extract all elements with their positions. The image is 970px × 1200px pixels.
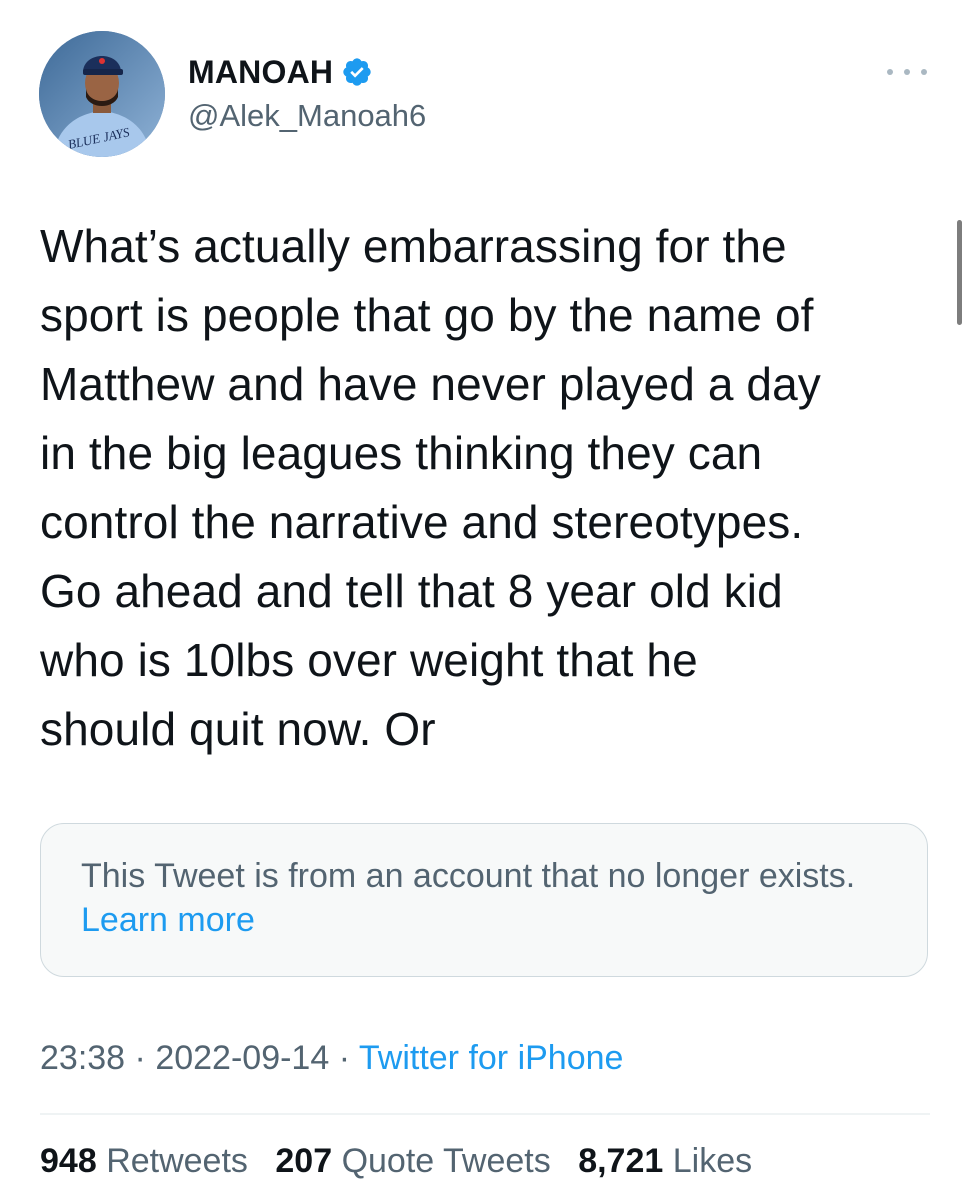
likes-stat[interactable]: 8,721 Likes [578, 1142, 752, 1180]
tweet-text-line: sport is people that go by the name of [40, 289, 814, 341]
divider [40, 1113, 930, 1115]
likes-count: 8,721 [578, 1142, 664, 1180]
tweet-text-line: Go ahead and tell that 8 year old kid [40, 565, 783, 617]
retweets-stat[interactable]: 948 Retweets [40, 1142, 248, 1180]
meta-separator: · [134, 1039, 146, 1077]
unavailable-quote-notice: This Tweet is from an account that no lo… [40, 823, 928, 977]
tweet-metadata: 23:38 · 2022-09-14 · Twitter for iPhone [40, 1039, 623, 1078]
author-name-row[interactable]: MANOAH [188, 52, 373, 92]
quote-tweets-label: Quote Tweets [341, 1142, 551, 1180]
avatar[interactable]: BLUE JAYS [39, 31, 165, 157]
scrollbar[interactable] [957, 220, 962, 325]
tweet-text-line: What’s actually embarrassing for the [40, 220, 787, 272]
retweets-label: Retweets [106, 1142, 248, 1180]
retweets-count: 948 [40, 1142, 97, 1180]
more-options-icon[interactable] [887, 60, 927, 84]
notice-text: This Tweet is from an account that no lo… [81, 857, 856, 895]
learn-more-link[interactable]: Learn more [81, 901, 255, 939]
verified-badge-icon [341, 56, 373, 88]
tweet-text: What’s actually embarrassing for the spo… [40, 212, 940, 764]
tweet-text-line: should quit now. Or [40, 703, 436, 755]
tweet-date[interactable]: 2022-09-14 [155, 1039, 329, 1077]
meta-separator: · [338, 1039, 351, 1077]
engagement-stats: 948 Retweets 207 Quote Tweets 8,721 Like… [40, 1142, 770, 1181]
display-name[interactable]: MANOAH [188, 54, 333, 91]
tweet-text-line: in the big leagues thinking they can [40, 427, 763, 479]
tweet-source-link[interactable]: Twitter for iPhone [359, 1039, 624, 1077]
quote-tweets-stat[interactable]: 207 Quote Tweets [275, 1142, 550, 1180]
avatar-image: BLUE JAYS [39, 31, 165, 157]
user-handle[interactable]: @Alek_Manoah6 [188, 98, 426, 134]
tweet-detail: BLUE JAYS MANOAH @Alek_Manoah6 What’s ac… [0, 0, 970, 1200]
tweet-text-line: who is 10lbs over weight that he [40, 634, 698, 686]
quote-tweets-count: 207 [275, 1142, 333, 1180]
tweet-time[interactable]: 23:38 [40, 1039, 125, 1077]
likes-label: Likes [672, 1142, 753, 1180]
tweet-text-line: Matthew and have never played a day [40, 358, 821, 410]
tweet-text-line: control the narrative and stereotypes. [40, 496, 804, 548]
